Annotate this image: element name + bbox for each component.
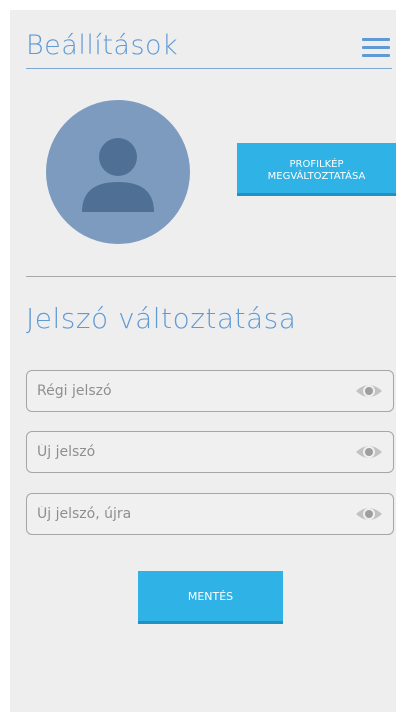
settings-screen: Beállítások PROFILKÉP MEGVÁLTOZTATÁSA Je… [10, 10, 396, 712]
confirm-password-input[interactable] [27, 494, 357, 534]
hamburger-menu-icon[interactable] [362, 38, 390, 58]
change-profile-picture-button[interactable]: PROFILKÉP MEGVÁLTOZTATÁSA [237, 143, 396, 196]
divider [26, 276, 396, 277]
old-password-field [26, 370, 394, 412]
password-section-title: Jelszó változtatása [26, 302, 297, 335]
page-title: Beállítások [26, 30, 179, 61]
confirm-password-field [26, 493, 394, 535]
new-password-field [26, 431, 394, 473]
eye-icon[interactable] [355, 380, 383, 402]
eye-icon[interactable] [355, 503, 383, 525]
header: Beállítások [26, 10, 392, 69]
avatar [46, 100, 190, 244]
user-silhouette-icon [82, 138, 154, 212]
new-password-input[interactable] [27, 432, 357, 472]
eye-icon[interactable] [355, 441, 383, 463]
old-password-input[interactable] [27, 371, 357, 411]
save-button[interactable]: MENTÉS [138, 571, 283, 624]
